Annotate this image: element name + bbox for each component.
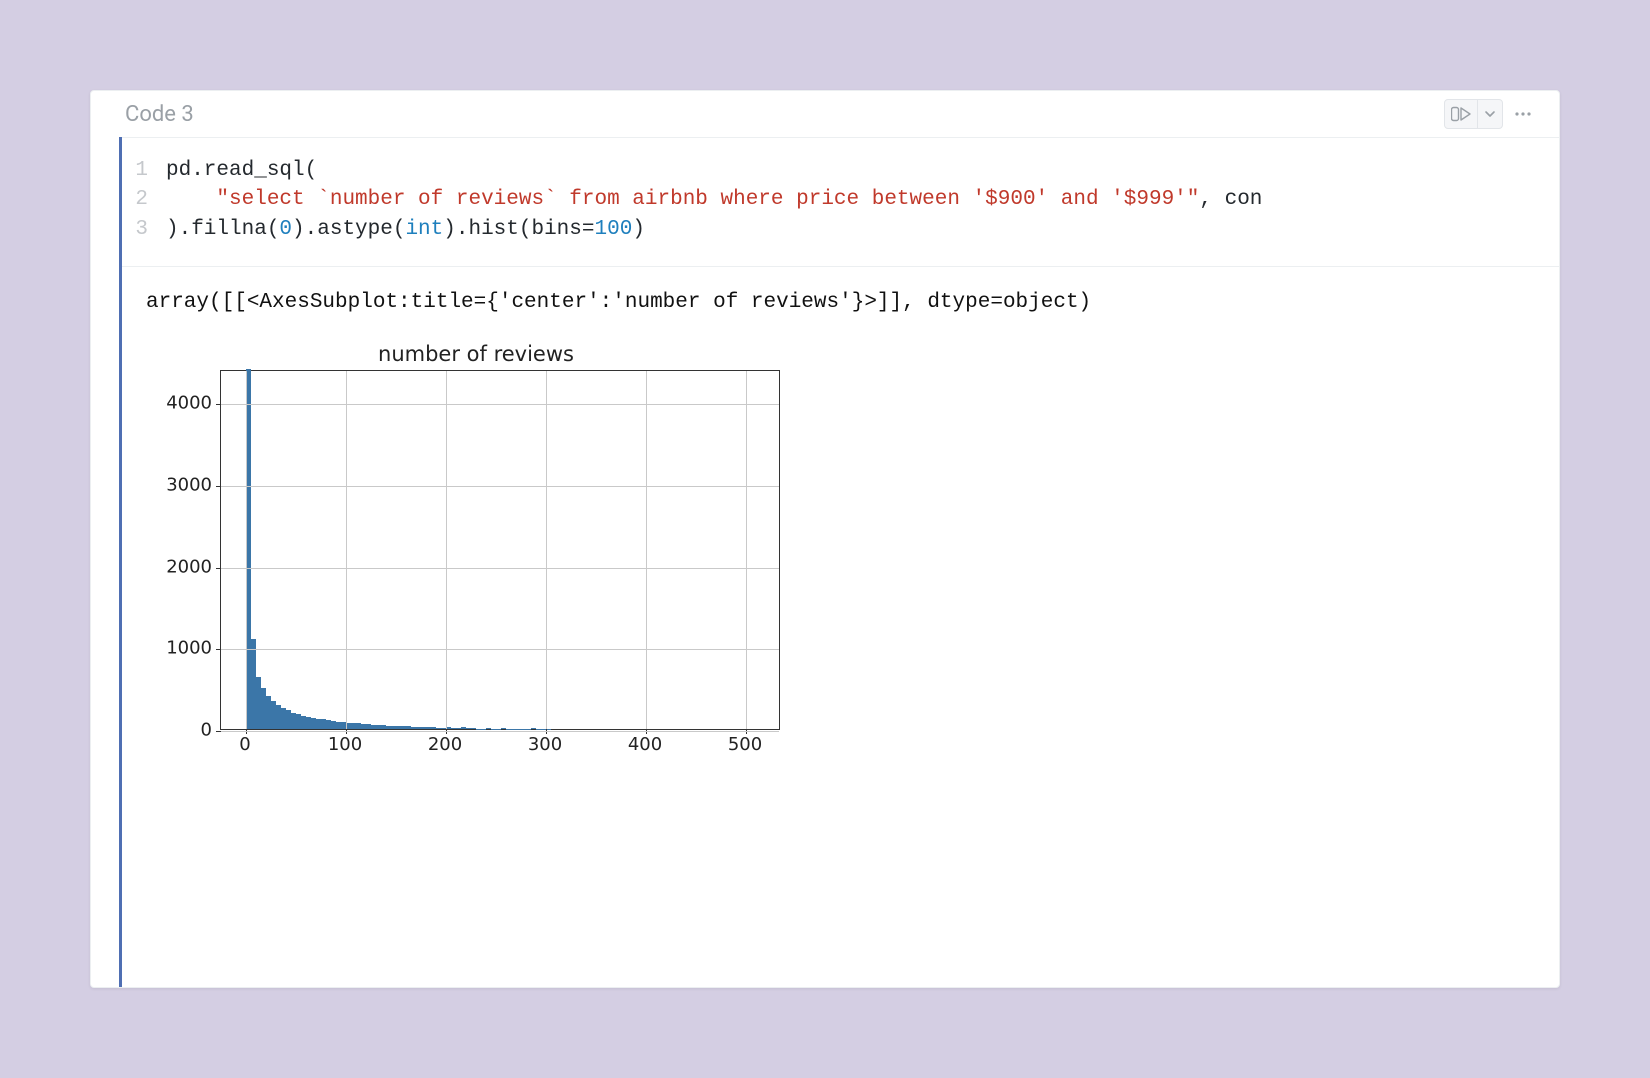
plot-area (220, 370, 780, 730)
y-tick-label: 3000 (166, 474, 212, 495)
line-number: 1 (132, 156, 166, 185)
code-line[interactable]: ).fillna(0).astype(int).hist(bins=100) (166, 215, 1262, 244)
gridline (546, 371, 547, 729)
x-tick-label: 300 (528, 734, 562, 755)
x-tick-label: 400 (628, 734, 662, 755)
gridline (646, 371, 647, 729)
gridline (221, 731, 779, 732)
chart-title: number of reviews (146, 342, 806, 366)
gridline (346, 371, 347, 729)
tickmark (216, 486, 221, 487)
tickmark (216, 649, 221, 650)
more-button[interactable] (1507, 99, 1539, 129)
bars-layer (221, 371, 779, 729)
gridline (246, 371, 247, 729)
output-area: array([[<AxesSubplot:title={'center':'nu… (122, 267, 1559, 987)
y-tick-label: 1000 (166, 638, 212, 659)
gridline (221, 568, 779, 569)
x-tick-label: 100 (328, 734, 362, 755)
cell-header-actions (1444, 99, 1539, 129)
run-dropdown-button[interactable] (1478, 100, 1502, 128)
output-repr: array([[<AxesSubplot:title={'center':'nu… (146, 291, 1535, 314)
y-tick-label: 0 (201, 720, 212, 741)
code-table: 1pd.read_sql(2 "select `number of review… (132, 156, 1262, 244)
histogram-chart: number of reviews 0 100 200 300 400 500 0 1000 2… (146, 342, 806, 782)
code-editor[interactable]: 1pd.read_sql(2 "select `number of review… (122, 137, 1559, 267)
gridline (746, 371, 747, 729)
run-all-button[interactable] (1445, 100, 1477, 128)
y-tick-label: 2000 (166, 556, 212, 577)
y-tick-label: 4000 (166, 392, 212, 413)
run-all-icon (1451, 106, 1471, 122)
cell-header: Code 3 (91, 91, 1559, 137)
line-number: 2 (132, 185, 166, 214)
tickmark (216, 568, 221, 569)
run-button-group (1444, 99, 1503, 129)
gridline (221, 486, 779, 487)
gridline (446, 371, 447, 729)
gridline (221, 404, 779, 405)
cell-label: Code 3 (125, 102, 194, 127)
x-tick-label: 0 (239, 734, 250, 755)
code-line[interactable]: pd.read_sql( (166, 156, 1262, 185)
more-icon (1513, 106, 1533, 122)
x-tick-label: 200 (428, 734, 462, 755)
code-line[interactable]: "select `number of reviews` from airbnb … (166, 185, 1262, 214)
tickmark (216, 731, 221, 732)
gridline (221, 649, 779, 650)
tickmark (216, 404, 221, 405)
cell-body: 1pd.read_sql(2 "select `number of review… (119, 137, 1559, 987)
code-cell: Code 3 (90, 90, 1560, 988)
chevron-down-icon (1484, 108, 1496, 120)
x-tick-label: 500 (728, 734, 762, 755)
line-number: 3 (132, 215, 166, 244)
